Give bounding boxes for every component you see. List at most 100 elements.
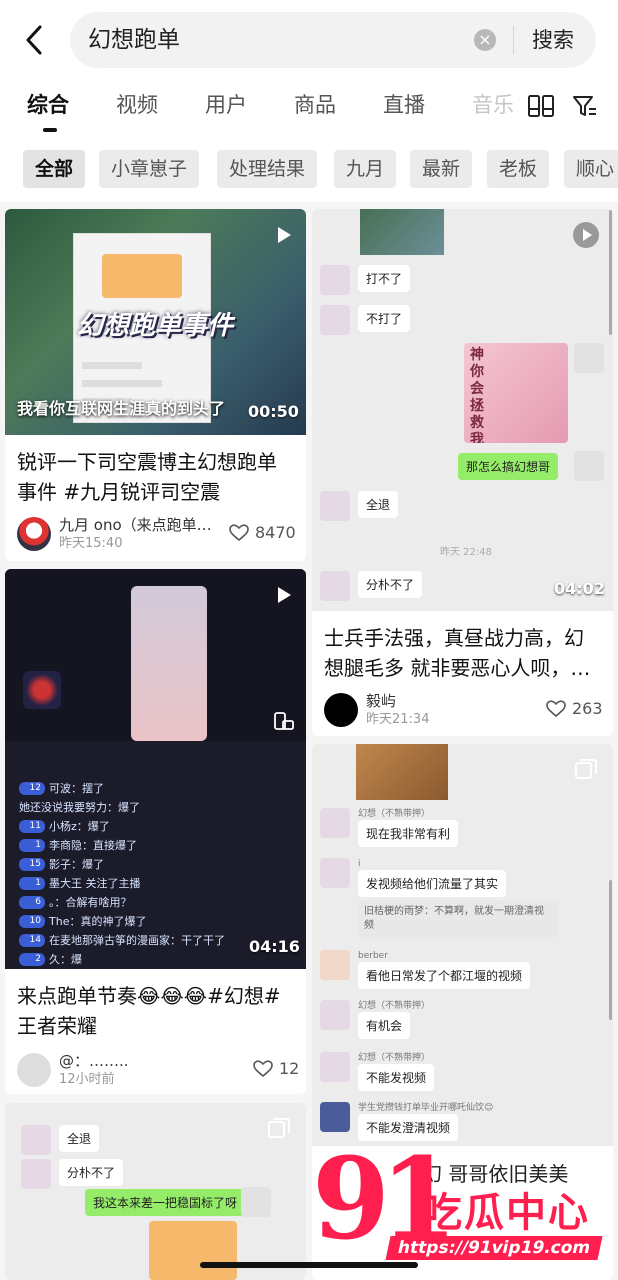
chat-quote: 旧桔梗的雨梦：不算啊，就发一期澄清视频 (358, 901, 558, 937)
active-tab-indicator (43, 128, 57, 132)
live-comment-text: 。：合解有啥用？ (49, 896, 132, 909)
filter-icon[interactable] (572, 94, 598, 118)
chat-bubble: 我这本来差一把稳国标了呀 (85, 1189, 246, 1216)
tab-music[interactable]: 音乐 (472, 90, 518, 120)
fan-level-badge: 1 (19, 877, 45, 890)
video-thumbnail: 打不了 不打了 神你会拯救我吗 那怎么搞幻想哥 全退 昨天 22:48 分朴不了… (312, 209, 613, 611)
chat-avatar (320, 808, 350, 838)
chat-bubble: 不能发视频 (358, 1064, 435, 1091)
chat-bubble: 不打了 (358, 305, 411, 332)
like-count[interactable]: 12 (253, 1059, 299, 1078)
card-title: 锐评一下司空震博主幻想跑单事件 #九月锐评司空震 (17, 450, 277, 504)
chip-result[interactable]: 处理结果 (217, 150, 318, 188)
home-indicator[interactable] (200, 1262, 418, 1268)
chat-bubble: 打不了 (358, 265, 411, 292)
post-time: 昨天15:40 (59, 536, 123, 551)
video-card[interactable]: 12 可波：摆了 她还没说我要努力：爆了 11 小杨z：爆了 1 李商隐：直接爆了 15 影子：… (5, 569, 306, 1094)
watermark-url: https://91vip19.com (385, 1236, 603, 1260)
live-comment-text: 李商隐：直接爆了 (49, 839, 137, 852)
chip-all[interactable]: 全部 (23, 150, 86, 188)
chat-avatar (320, 491, 350, 521)
video-subtitle: 我看你互联网生涯真的到头了 (17, 399, 226, 418)
multi-image-icon (268, 1118, 290, 1138)
live-comment-text: 小杨z：爆了 (49, 820, 110, 833)
live-comment: 1 李商隐：直接爆了 (19, 836, 299, 855)
like-count[interactable]: 8470 (229, 523, 296, 542)
chat-avatar (320, 571, 350, 601)
heart-icon (229, 523, 249, 541)
author-info[interactable]: 九月 ono（来点跑单… 昨天15:40 (17, 515, 214, 553)
back-button[interactable] (16, 20, 52, 60)
chat-avatar (320, 858, 350, 888)
chat-avatar (320, 1102, 350, 1132)
scrollbar[interactable] (609, 880, 612, 1020)
chat-message: 我这本来差一把稳国标了呀 (85, 1189, 246, 1216)
chip-shunxin[interactable]: 顺心 (564, 150, 618, 188)
fan-level-badge: 11 (19, 820, 45, 833)
fan-level-badge: 1 (19, 839, 45, 852)
post-time: 12小时前 (59, 1072, 115, 1087)
filter-chips: 全部 小章崽子 处理结果 九月 最新 老板 顺心 (0, 140, 618, 202)
live-comment-text: The：真的神了爆了 (49, 915, 147, 928)
layout-toggle-icon[interactable] (528, 94, 554, 118)
search-box[interactable]: 幻想跑单 × 搜索 (70, 12, 596, 68)
overlay-title: 幻想跑单事件 (77, 311, 234, 341)
multi-image-icon (575, 759, 597, 779)
chat-message: 幻想（不熟带押） 有机会 (320, 1000, 430, 1039)
screen-rotate-icon[interactable] (273, 711, 295, 731)
chat-message: 打不了 (320, 265, 411, 295)
site-watermark: 91 吃瓜中心 https://91vip19.com (312, 1140, 612, 1270)
chat-message: 全退 (21, 1125, 100, 1155)
like-number: 12 (279, 1059, 300, 1078)
tab-live[interactable]: 直播 (383, 90, 425, 120)
search-header: 幻想跑单 × 搜索 (0, 0, 618, 80)
heart-icon (546, 699, 566, 717)
chevron-left-icon (26, 25, 42, 55)
like-count[interactable]: 263 (546, 699, 603, 718)
tab-video[interactable]: 视频 (116, 90, 158, 120)
search-input[interactable]: 幻想跑单 (88, 24, 180, 56)
chip-boss[interactable]: 老板 (487, 150, 550, 188)
chat-message: 分朴不了 (320, 571, 423, 601)
chat-bubble: 分朴不了 (358, 571, 423, 598)
fan-level-badge: 6 (19, 896, 45, 909)
search-divider (513, 26, 514, 54)
clear-icon[interactable]: × (474, 29, 496, 51)
avatar (324, 693, 358, 727)
video-card[interactable]: 全退 分朴不了 我这本来差一把稳国标了呀 (5, 1103, 306, 1280)
scrollbar[interactable] (609, 210, 612, 335)
chat-avatar (21, 1125, 51, 1155)
live-comment: 10 The：真的神了爆了 (19, 912, 299, 931)
heart-icon (253, 1059, 273, 1077)
tab-goods[interactable]: 商品 (294, 90, 336, 120)
search-button[interactable]: 搜索 (532, 24, 574, 56)
chat-bubble: 现在我非常有利 (358, 820, 459, 847)
chat-avatar (320, 305, 350, 335)
author-info[interactable]: 毅屿 昨天21:34 (324, 691, 429, 729)
play-icon (278, 227, 291, 243)
fan-level-badge: 14 (19, 934, 45, 947)
fan-level-badge: 2 (19, 953, 45, 966)
chat-timestamp: 昨天 22:48 (440, 547, 492, 558)
chip-jiuyue[interactable]: 九月 (334, 150, 397, 188)
tab-user[interactable]: 用户 (205, 90, 247, 120)
author-info[interactable]: @：…….. 12小时前 (17, 1051, 129, 1089)
live-comment-text: 在麦地那弹古筝的漫画家：干了干了 (49, 934, 225, 947)
card-title: 士兵手法强，真昼战力高，幻想腿毛多 就非要恶心人呗，… (324, 626, 591, 680)
game-screenshot (360, 209, 444, 255)
anime-sticker: 神你会拯救我吗 (464, 343, 568, 443)
chat-avatar (320, 1000, 350, 1030)
chip-latest[interactable]: 最新 (410, 150, 473, 188)
avatar (17, 517, 51, 551)
chat-message: berber 看他日常发了个都江堰的视频 (320, 950, 531, 989)
video-card[interactable]: 打不了 不打了 神你会拯救我吗 那怎么搞幻想哥 全退 昨天 22:48 分朴不了… (312, 209, 613, 736)
sticker-text: 神你会拯救我吗 (470, 347, 484, 443)
chat-message: 幻想（不熟带押） 现在我非常有利 (320, 808, 459, 847)
video-card[interactable]: 幻想跑单事件 我看你互联网生涯真的到头了 00:50 锐评一下司空震博主幻想跑单… (5, 209, 306, 561)
chat-avatar (574, 343, 604, 373)
author-name: 九月 ono（来点跑单… (59, 516, 212, 534)
video-duration: 00:50 (248, 402, 299, 421)
tab-comprehensive[interactable]: 综合 (27, 90, 69, 120)
author-name: 毅屿 (366, 692, 397, 710)
chip-xiaozhang[interactable]: 小章崽子 (99, 150, 200, 188)
